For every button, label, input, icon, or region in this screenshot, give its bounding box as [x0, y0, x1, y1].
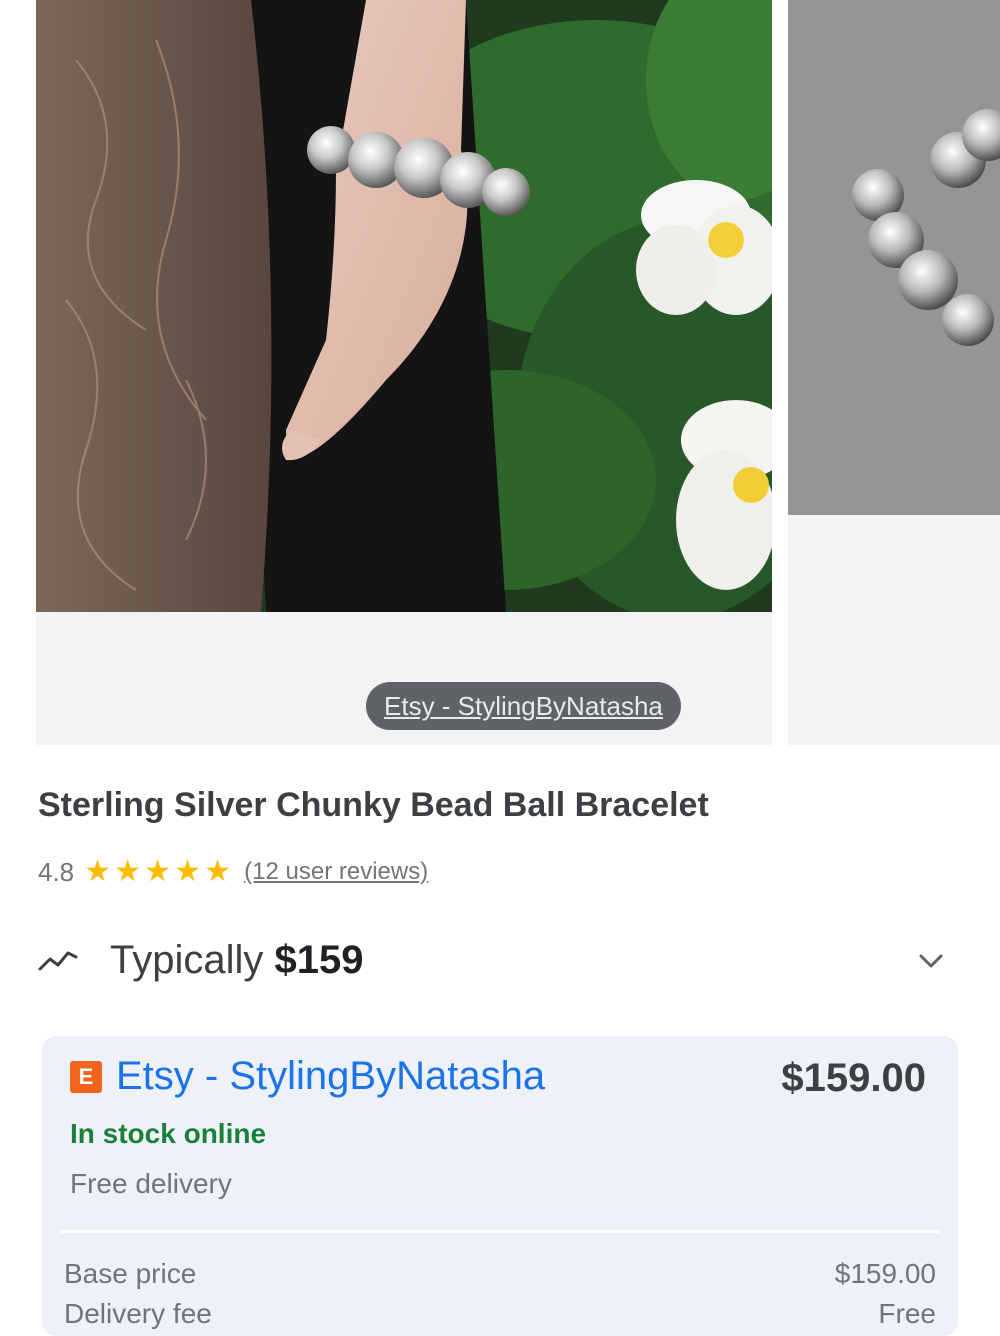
merchant-link[interactable]: E Etsy - StylingByNatasha — [70, 1054, 545, 1099]
next-image-card[interactable] — [788, 0, 1000, 745]
star-icon: ★ — [204, 855, 232, 888]
breakdown-label: Base price — [64, 1258, 197, 1289]
offer-summary[interactable]: E Etsy - StylingByNatasha $159.00 In sto… — [42, 1036, 958, 1232]
breakdown-value: Free — [878, 1298, 936, 1329]
typical-label: Typically — [110, 937, 264, 982]
delivery-info: Free delivery — [70, 1168, 232, 1199]
chevron-down-icon[interactable] — [909, 939, 953, 983]
merchant-offer-card[interactable]: E Etsy - StylingByNatasha $159.00 In sto… — [42, 1036, 958, 1336]
star-rating: ★ ★ ★ ★ ★ — [84, 857, 234, 887]
price-trend-icon — [38, 951, 78, 971]
product-photo-bracelet-closeup[interactable] — [788, 0, 1000, 515]
image-carousel[interactable]: Etsy - StylingByNatasha — [0, 0, 1000, 745]
rating-value: 4.8 — [38, 856, 75, 887]
typical-price: $159 — [274, 937, 364, 982]
etsy-logo-icon: E — [70, 1060, 102, 1093]
breakdown-label: Delivery fee — [64, 1298, 212, 1329]
reviews-link[interactable]: (12 user reviews) — [244, 858, 428, 886]
product-photo-bracelet-on-wrist[interactable] — [36, 0, 772, 612]
divider — [60, 1230, 940, 1233]
price-breakdown-row: Delivery fee Free — [64, 1298, 936, 1330]
star-icon: ★ — [174, 855, 202, 888]
rating-row: 4.8 ★ ★ ★ ★ ★ (12 user reviews) — [38, 852, 428, 892]
star-icon: ★ — [114, 855, 142, 888]
product-image-card[interactable]: Etsy - StylingByNatasha — [36, 0, 772, 745]
star-icon: ★ — [144, 855, 172, 888]
stock-status: In stock online — [70, 1118, 267, 1149]
offer-price: $159.00 — [781, 1056, 926, 1100]
product-title: Sterling Silver Chunky Bead Ball Bracele… — [38, 786, 709, 824]
merchant-name[interactable]: Etsy - StylingByNatasha — [116, 1054, 545, 1099]
typical-price-row[interactable]: Typically $159 — [38, 925, 963, 995]
price-breakdown-row: Base price $159.00 — [64, 1258, 936, 1290]
typical-price-text: Typically $159 — [110, 938, 364, 983]
star-icon: ★ — [84, 855, 112, 888]
breakdown-value: $159.00 — [834, 1258, 936, 1289]
image-source-chip[interactable]: Etsy - StylingByNatasha — [366, 682, 681, 730]
